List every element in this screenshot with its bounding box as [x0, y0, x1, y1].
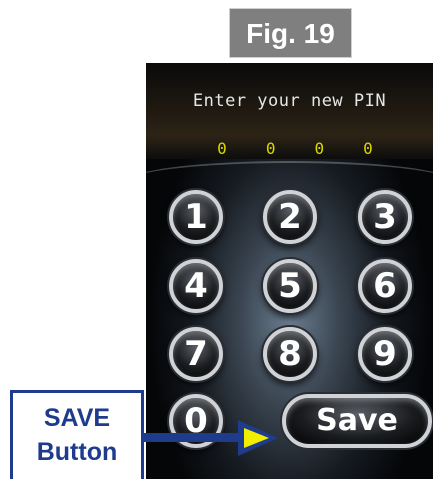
callout-arrow-icon: [142, 420, 278, 456]
save-button[interactable]: Save: [282, 394, 432, 448]
callout-line-1: SAVE: [43, 404, 111, 432]
keypad-key-7[interactable]: 7: [169, 327, 223, 381]
pin-prompt: Enter your new PIN: [192, 91, 387, 111]
figure-label: Fig. 19: [229, 8, 352, 58]
keypad-key-8[interactable]: 8: [263, 327, 317, 381]
keypad-key-3[interactable]: 3: [358, 190, 412, 244]
keypad-key-1[interactable]: 1: [169, 190, 223, 244]
keypad-key-4[interactable]: 4: [169, 259, 223, 313]
keypad-key-2[interactable]: 2: [263, 190, 317, 244]
keypad-key-6[interactable]: 6: [358, 259, 412, 313]
pin-digit: 0: [265, 139, 276, 158]
save-button-callout: SAVE Button: [10, 390, 144, 479]
keypad-key-5[interactable]: 5: [263, 259, 317, 313]
pin-digit: 0: [314, 139, 325, 158]
pin-digit: 0: [363, 139, 373, 158]
pin-digit: 0: [217, 139, 227, 158]
callout-line-2: Button: [36, 438, 118, 466]
pin-display: 0 0 0 0: [210, 139, 380, 159]
keypad-key-9[interactable]: 9: [358, 327, 412, 381]
